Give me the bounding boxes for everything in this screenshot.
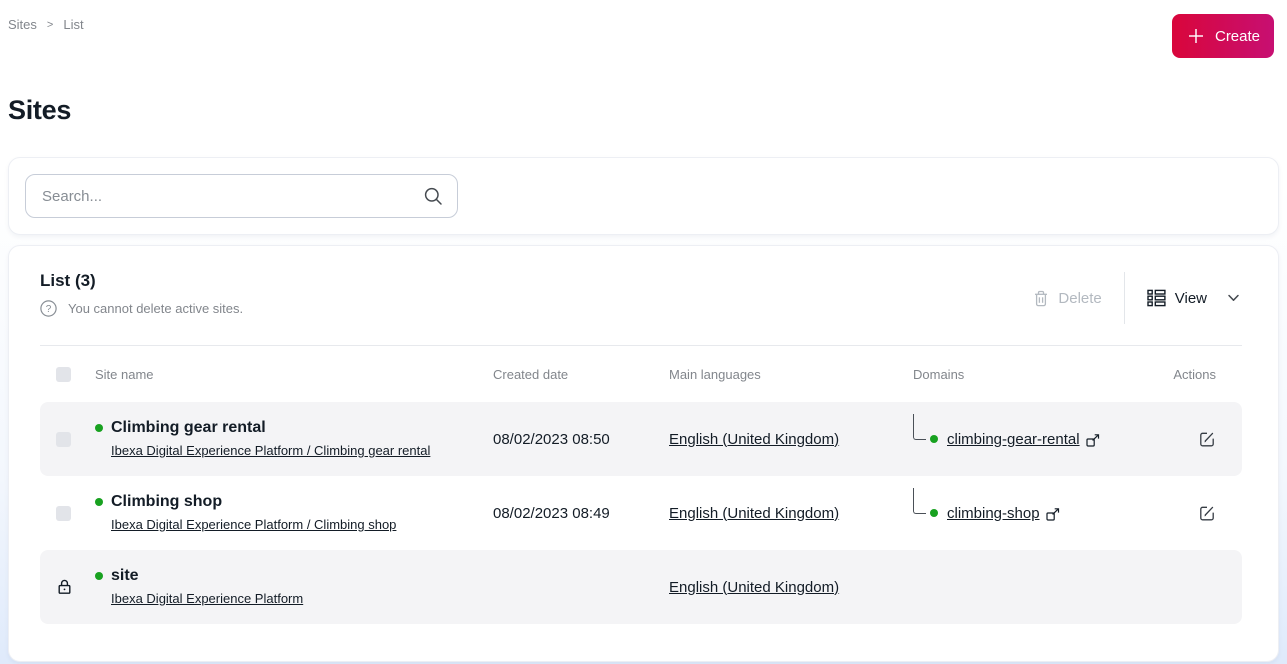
- delete-button-label: Delete: [1058, 289, 1102, 307]
- table-row: site Ibexa Digital Experience Platform E…: [40, 550, 1242, 624]
- site-tree-path-link[interactable]: Ibexa Digital Experience Platform / Clim…: [111, 517, 396, 532]
- main-language-cell: English (United Kingdom): [669, 505, 913, 522]
- breadcrumb-sites[interactable]: Sites: [8, 17, 37, 32]
- list-header-left: List (3) ? You cannot delete active site…: [40, 271, 243, 324]
- edit-site-button[interactable]: [1198, 430, 1216, 448]
- sites-list-card: List (3) ? You cannot delete active site…: [8, 245, 1279, 662]
- site-name: site: [111, 567, 139, 584]
- search-card: [8, 157, 1279, 235]
- column-main-languages: Main languages: [669, 366, 761, 382]
- edit-site-button[interactable]: [1198, 504, 1216, 522]
- plus-icon: [1186, 26, 1206, 46]
- site-tree-path-link[interactable]: Ibexa Digital Experience Platform / Clim…: [111, 443, 430, 458]
- row-checkbox[interactable]: [56, 505, 71, 521]
- list-title: List (3): [40, 271, 96, 290]
- view-dropdown-button[interactable]: View: [1147, 289, 1242, 307]
- main-language-cell: English (United Kingdom): [669, 431, 913, 448]
- list-view-icon: [1147, 289, 1166, 307]
- language-link[interactable]: English (United Kingdom): [669, 579, 839, 596]
- domain-status-dot: [930, 509, 938, 517]
- lock-icon: [56, 578, 73, 596]
- breadcrumb-list[interactable]: List: [63, 17, 83, 32]
- site-name-cell: Climbing shop Ibexa Digital Experience P…: [95, 493, 493, 533]
- column-site-name: Site name: [95, 366, 154, 382]
- delete-hint: ? You cannot delete active sites.: [40, 300, 243, 317]
- delete-button[interactable]: Delete: [1033, 289, 1102, 307]
- status-active-dot: [95, 424, 103, 432]
- domain-status-dot: [930, 435, 938, 443]
- domains-cell: climbing-gear-rental: [913, 414, 1162, 452]
- edit-icon: [1198, 504, 1216, 522]
- site-name-cell: site Ibexa Digital Experience Platform: [95, 567, 493, 607]
- status-active-dot: [95, 498, 103, 506]
- edit-icon: [1198, 430, 1216, 448]
- main-language-cell: English (United Kingdom): [669, 579, 913, 596]
- language-link[interactable]: English (United Kingdom): [669, 505, 839, 522]
- domains-cell: climbing-shop: [913, 488, 1162, 526]
- site-tree-path-link[interactable]: Ibexa Digital Experience Platform: [111, 591, 303, 606]
- tree-branch-connector: [913, 488, 926, 514]
- view-dropdown-label: View: [1174, 289, 1207, 307]
- table-row: Climbing shop Ibexa Digital Experience P…: [40, 476, 1242, 550]
- svg-text:?: ?: [46, 304, 52, 315]
- question-circle-icon: ?: [40, 300, 57, 317]
- page-title: Sites: [8, 95, 72, 125]
- row-checkbox[interactable]: [56, 431, 71, 447]
- create-button-label: Create: [1214, 27, 1261, 45]
- breadcrumb-separator: >: [46, 18, 54, 31]
- open-in-new-tab-icon[interactable]: [1045, 507, 1060, 521]
- top-bar: Sites > List Create: [0, 0, 1287, 58]
- site-name: Climbing gear rental: [111, 419, 266, 436]
- search-box[interactable]: [25, 174, 458, 218]
- status-active-dot: [95, 572, 103, 580]
- column-created-date: Created date: [493, 366, 569, 382]
- created-date-cell: 08/02/2023 08:49: [493, 504, 610, 522]
- actions-cell: [1162, 504, 1242, 522]
- column-actions: Actions: [1173, 366, 1216, 382]
- list-header: List (3) ? You cannot delete active site…: [40, 246, 1242, 324]
- column-domains: Domains: [913, 366, 965, 382]
- table-row: Climbing gear rental Ibexa Digital Exper…: [40, 402, 1242, 476]
- created-date-cell: 08/02/2023 08:50: [493, 430, 610, 448]
- select-all-checkbox[interactable]: [56, 366, 71, 382]
- search-icon[interactable]: [423, 186, 443, 206]
- domain-link[interactable]: climbing-gear-rental: [947, 431, 1080, 448]
- site-name: Climbing shop: [111, 493, 223, 510]
- open-in-new-tab-icon[interactable]: [1085, 433, 1100, 447]
- domain-link[interactable]: climbing-shop: [947, 505, 1040, 522]
- language-link[interactable]: English (United Kingdom): [669, 431, 839, 448]
- table-header-row: Site name Created date Main languages Do…: [40, 346, 1242, 402]
- tree-branch-connector: [913, 414, 926, 440]
- breadcrumb: Sites > List: [8, 14, 84, 32]
- actions-cell: [1162, 430, 1242, 448]
- delete-hint-text: You cannot delete active sites.: [68, 301, 244, 316]
- chevron-down-icon: [1225, 290, 1242, 306]
- site-name-cell: Climbing gear rental Ibexa Digital Exper…: [95, 419, 493, 459]
- create-button[interactable]: Create: [1172, 14, 1274, 58]
- trash-icon: [1033, 290, 1049, 307]
- search-input[interactable]: [40, 186, 423, 206]
- list-toolbar: Delete View: [1033, 272, 1242, 324]
- toolbar-divider: [1123, 272, 1125, 324]
